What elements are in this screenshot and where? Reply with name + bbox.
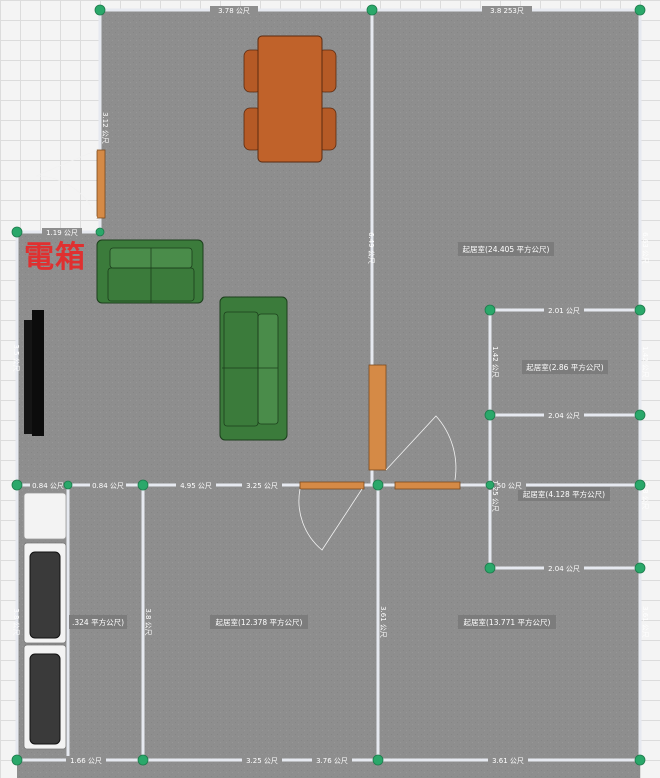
dimension-label: 3.8 公尺 (144, 608, 152, 635)
dimension-label: 3.61 公尺 (641, 606, 649, 638)
door (368, 364, 387, 471)
dimension-label: 3.25 公尺 (246, 757, 278, 765)
tv-unit (24, 310, 44, 436)
electric-box-annotation: 電箱 (24, 240, 86, 275)
door (394, 481, 461, 490)
dimension-label: 3.61 公尺 (492, 757, 524, 765)
room-label: 起居室(12.378 平方公尺) (216, 617, 303, 627)
wall-node (634, 4, 646, 16)
dimension-label: 2.01 公尺 (548, 307, 580, 315)
dimension-label: 3.12 公尺 (101, 112, 109, 144)
sofa-small (96, 239, 204, 304)
wall-node (634, 754, 646, 766)
wall-node (634, 562, 646, 574)
wall-node (484, 562, 496, 574)
wall-node (372, 754, 384, 766)
wall-node (485, 480, 495, 490)
dining-set (243, 35, 337, 163)
dimension-label: 3.5 公尺 (12, 344, 20, 371)
door-swing-arc (35, 149, 98, 219)
wall-node (634, 479, 646, 491)
dimension-label: 6.63 公尺 (641, 232, 649, 264)
wall-node (94, 4, 106, 16)
dimension-label: 1.42 公尺 (491, 346, 499, 378)
dimension-label: 3.76 公尺 (316, 757, 348, 765)
dimension-label: 1.66 公尺 (70, 757, 102, 765)
sofa-large (219, 296, 288, 441)
white-appliance (23, 492, 67, 540)
dimension-label: 2.04 公尺 (548, 412, 580, 420)
floor-plan: 起居室(24.405 平方公尺) 起居室(2.86 平方公尺) 起居室(4.12… (11, 4, 649, 778)
wall-node (137, 754, 149, 766)
room-label: 起居室(2.86 平方公尺) (526, 362, 604, 372)
room-label: 起居室(13.771 平方公尺) (464, 617, 551, 627)
dimension-label: 0.84 公尺 (92, 482, 124, 490)
wall-node (372, 479, 384, 491)
wall-node (484, 304, 496, 316)
kitchen-appliances (23, 492, 67, 750)
wall-node (634, 409, 646, 421)
dimension-label: 3.25 公尺 (246, 482, 278, 490)
wall-node (634, 304, 646, 316)
door (96, 149, 106, 219)
dimension-label: 3.78 公尺 (218, 7, 250, 15)
wall-node (11, 226, 23, 238)
dimension-label: 3.8 253尺 (490, 7, 524, 15)
room-label: 起居室(24.405 平方公尺) (463, 244, 550, 254)
dimension-label: 6.49 公尺 (367, 232, 375, 264)
room-label: .324 平方公尺) (72, 617, 124, 627)
door (299, 481, 365, 490)
dimension-label: 0.84 公尺 (32, 482, 64, 490)
wall-node (137, 479, 149, 491)
wall-node (11, 754, 23, 766)
dimension-label: 2.04 公尺 (548, 565, 580, 573)
wall-node (366, 4, 378, 16)
dimension-label: 3.8 公尺 (12, 608, 20, 635)
wall-node (63, 480, 73, 490)
dining-table (257, 35, 323, 163)
room-label: 起居室(4.128 平方公尺) (523, 489, 605, 499)
wall-node (484, 409, 496, 421)
dimension-label: 3.61 公尺 (379, 606, 387, 638)
dimension-label: 4.95 公尺 (180, 482, 212, 490)
wall-node (11, 479, 23, 491)
wall-node (95, 227, 105, 237)
dimension-label: 1.42 公尺 (641, 346, 649, 378)
